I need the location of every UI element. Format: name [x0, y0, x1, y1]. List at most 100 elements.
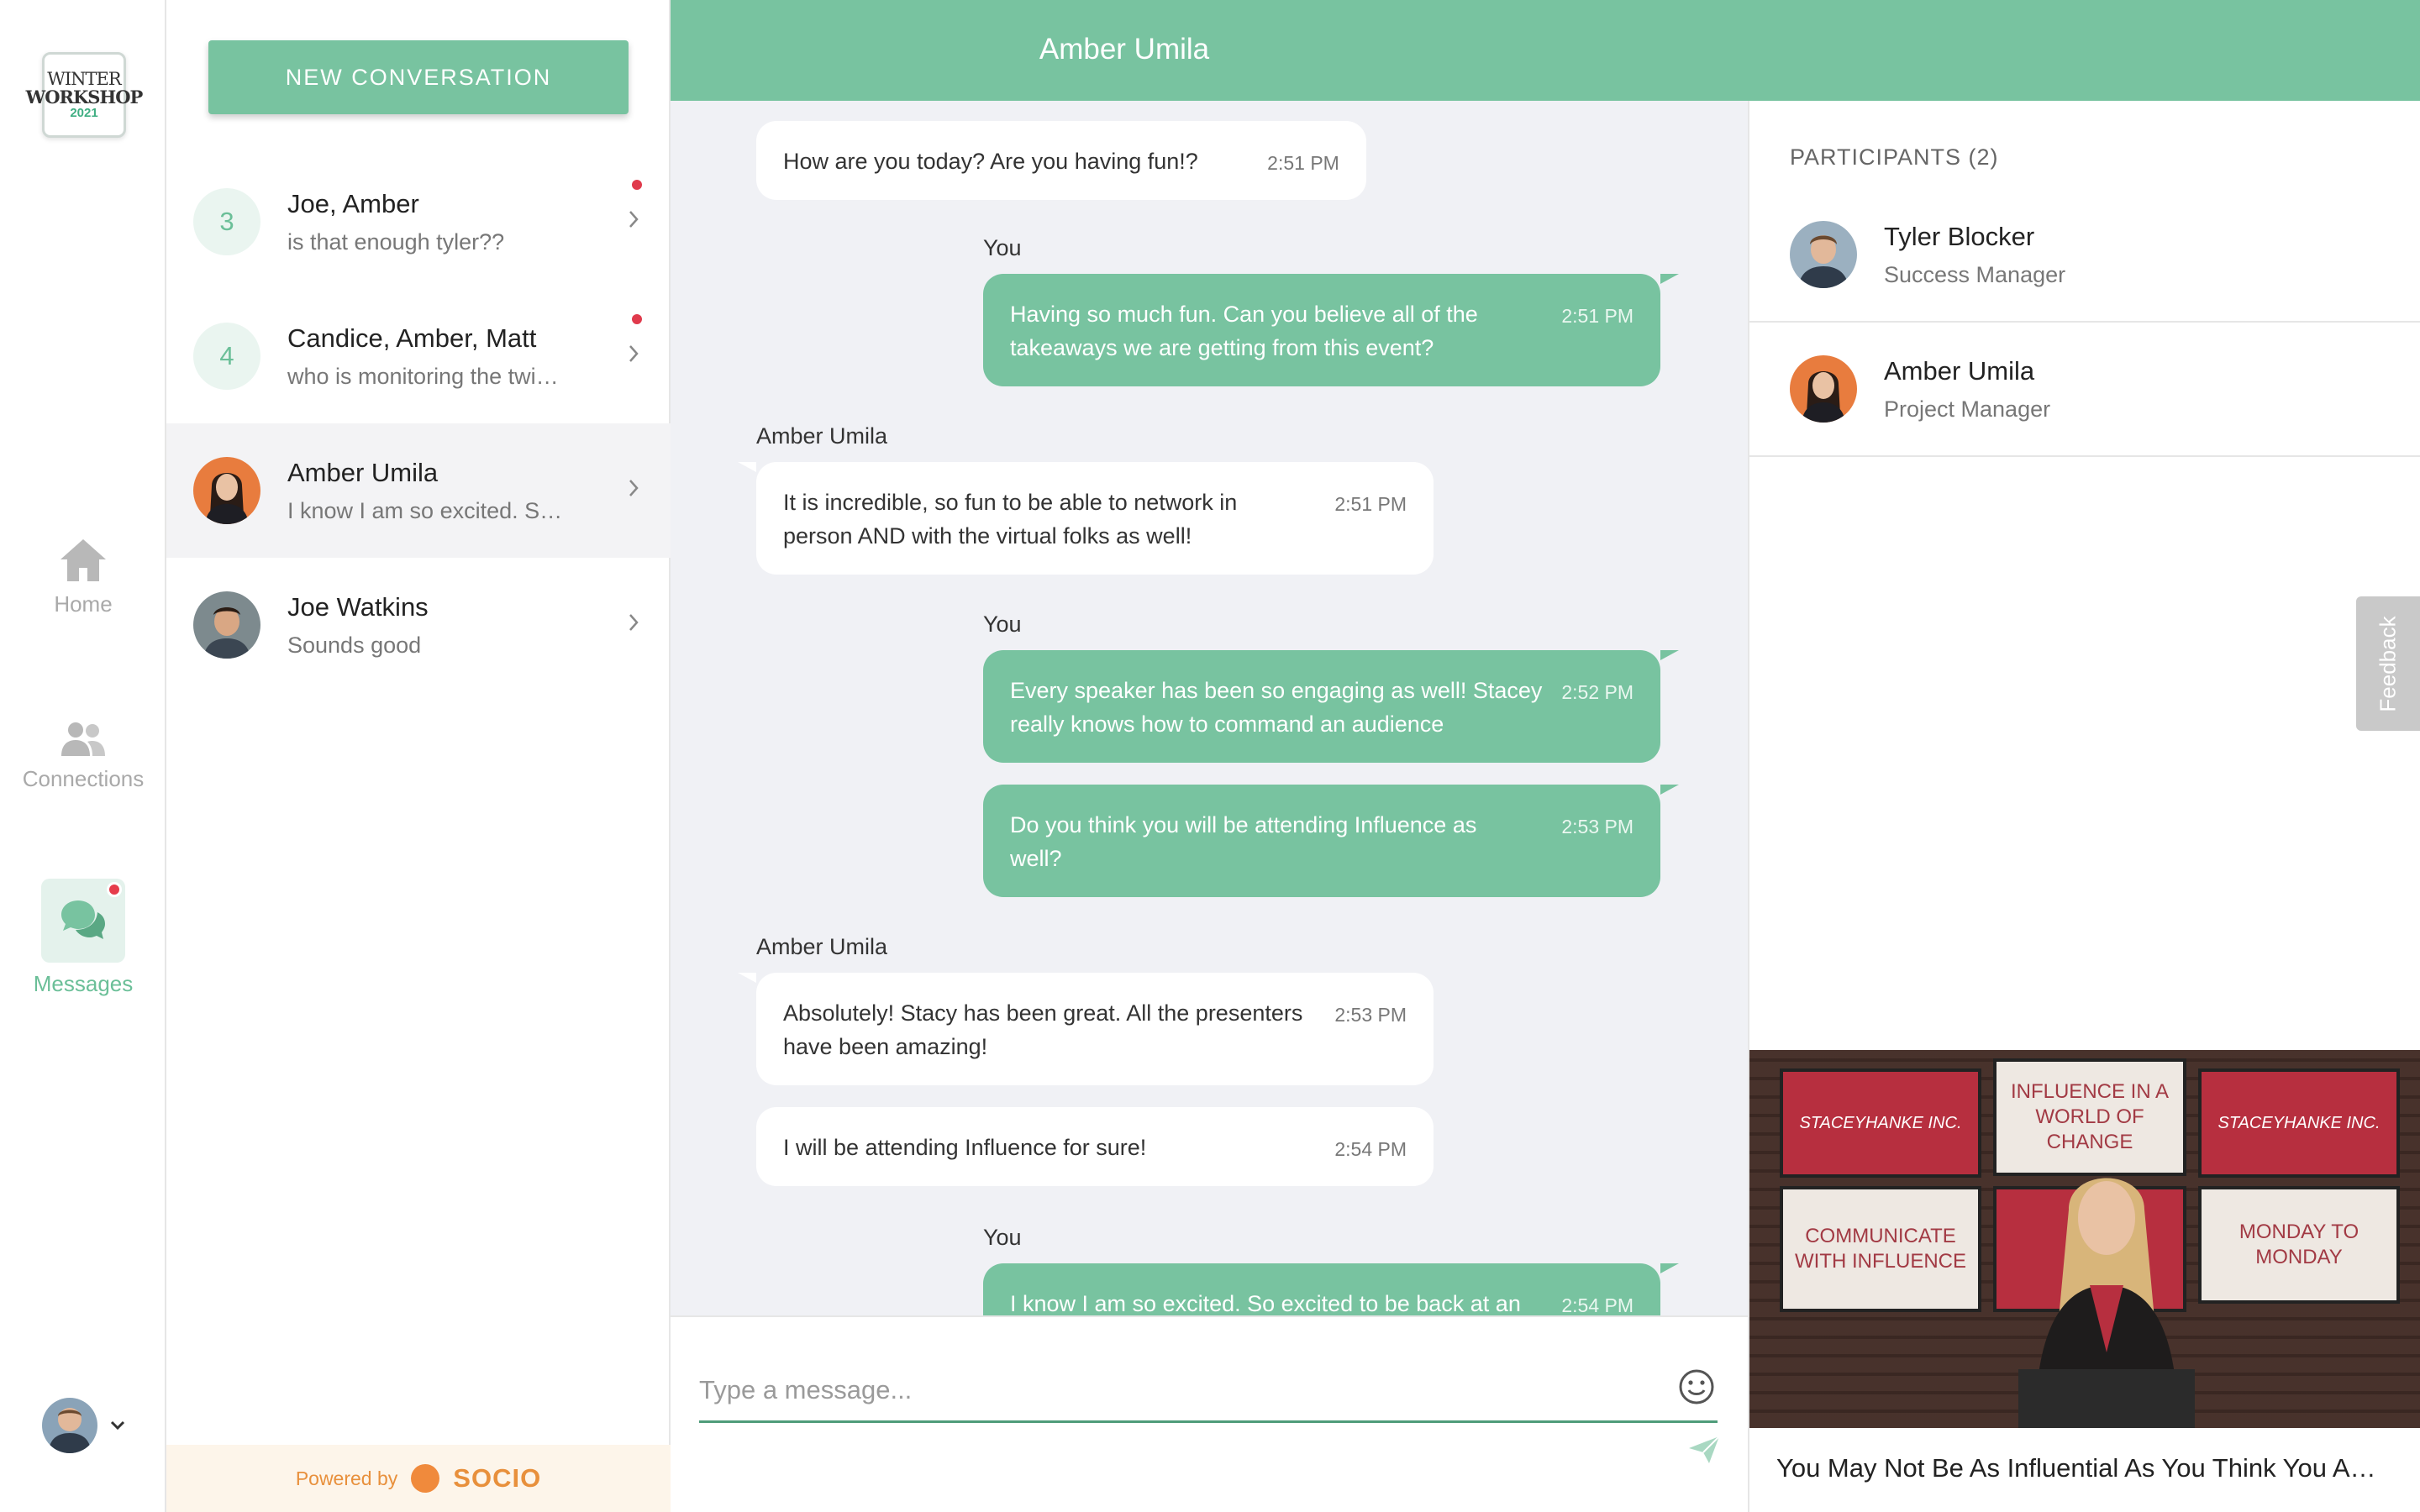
message-text: It is incredible, so fun to be able to n… — [783, 490, 1238, 549]
message-time: 2:53 PM — [1334, 1004, 1407, 1026]
user-avatar[interactable] — [42, 1398, 97, 1453]
message-outgoing: Do you think you will be attending Influ… — [983, 785, 1679, 897]
sender-label: Amber Umila — [756, 934, 888, 959]
message-text: Absolutely! Stacy has been great. All th… — [783, 1000, 1303, 1059]
message-text: I know I am so excited. So excited to be… — [1010, 1291, 1521, 1315]
participant-avatar — [1790, 355, 1857, 423]
message-time: 2:52 PM — [1561, 681, 1634, 703]
feedback-tab[interactable]: Feedback — [2356, 596, 2420, 731]
nav-messages-label: Messages — [33, 971, 134, 996]
message-time: 2:53 PM — [1561, 816, 1634, 837]
socio-logo-icon — [411, 1464, 440, 1493]
message-incoming: How are you today? Are you having fun!? … — [756, 121, 1366, 200]
nav-home-label: Home — [54, 591, 113, 617]
powered-by-label: Powered by — [295, 1467, 398, 1489]
message-incoming: I will be attending Influence for sure! … — [756, 1107, 1434, 1186]
video-screen-top-left: STACEYHANKE INC. — [1780, 1068, 1981, 1178]
sender-label: Amber Umila — [756, 423, 888, 449]
logo-line-1: WINTER — [47, 69, 121, 89]
conversation-name: Amber Umila — [287, 457, 439, 487]
message-text: How are you today? Are you having fun!? — [783, 149, 1198, 174]
conversation-preview: is that enough tyler?? — [287, 228, 505, 255]
nav-messages[interactable]: Messages — [0, 879, 166, 997]
contact-avatar — [193, 457, 260, 524]
presenter-figure — [2018, 1178, 2195, 1428]
message-time: 2:54 PM — [1561, 1294, 1634, 1315]
message-composer — [671, 1315, 1748, 1512]
message-time: 2:51 PM — [1561, 305, 1634, 327]
participant-tyler-blocker[interactable]: Tyler Blocker Success Manager — [1749, 188, 2420, 323]
nav-connections[interactable]: Connections — [0, 721, 166, 792]
chat-bubbles-icon — [61, 900, 105, 939]
conversation-item-amber-umila[interactable]: Amber Umila I know I am so excited. S… — [166, 423, 671, 558]
message-outgoing: Every speaker has been so engaging as we… — [983, 650, 1679, 763]
participants-title: PARTICIPANTS (2) — [1790, 144, 1999, 170]
participant-role: Success Manager — [1884, 261, 2066, 287]
sender-label: You — [983, 612, 1022, 637]
emoji-icon[interactable] — [1677, 1368, 1716, 1406]
conversation-preview: Sounds good — [287, 632, 422, 658]
chat-title: Amber Umila — [1039, 33, 1210, 66]
chevron-right-icon — [629, 614, 639, 631]
messages-tile[interactable] — [41, 879, 125, 963]
chat-header: Amber Umila — [671, 0, 2420, 101]
nav-rail: WINTER WORKSHOP 2021 Home Connections Me… — [0, 0, 166, 1512]
video-player[interactable]: STACEYHANKE INC. INFLUENCE IN A WORLD OF… — [1748, 1050, 2420, 1428]
chevron-down-icon[interactable] — [109, 1420, 126, 1431]
new-conversation-button[interactable]: NEW CONVERSATION — [208, 40, 629, 114]
sender-label: You — [983, 235, 1022, 260]
conversation-item-joe-watkins[interactable]: Joe Watkins Sounds good — [166, 558, 671, 692]
conversation-name: Candice, Amber, Matt — [287, 323, 537, 353]
unread-dot — [632, 180, 642, 190]
conversation-preview: who is monitoring the twi… — [287, 363, 559, 389]
participant-role: Project Manager — [1884, 396, 2051, 422]
message-time: 2:51 PM — [1267, 152, 1339, 174]
socio-brand: SOCIO — [453, 1463, 542, 1493]
participant-name: Amber Umila — [1884, 355, 2035, 386]
nav-connections-label: Connections — [22, 766, 145, 791]
nav-home[interactable]: Home — [0, 538, 166, 617]
conversation-name: Joe, Amber — [287, 188, 419, 218]
conversation-item-joe-amber[interactable]: 3 Joe, Amber is that enough tyler?? — [166, 155, 671, 289]
message-outgoing: Having so much fun. Can you believe all … — [983, 274, 1679, 386]
message-incoming: Absolutely! Stacy has been great. All th… — [738, 973, 1434, 1085]
logo-line-2: WORKSHOP — [25, 87, 144, 108]
message-thread[interactable]: How are you today? Are you having fun!? … — [671, 101, 1748, 1315]
message-time: 2:51 PM — [1334, 493, 1407, 515]
conversation-preview: I know I am so excited. S… — [287, 497, 563, 523]
event-logo[interactable]: WINTER WORKSHOP 2021 — [26, 52, 143, 138]
unread-dot — [632, 314, 642, 324]
message-text: Do you think you will be attending Influ… — [1010, 812, 1477, 871]
user-menu[interactable] — [42, 1398, 126, 1453]
video-screen-top-middle: INFLUENCE IN A WORLD OF CHANGE — [1993, 1058, 2186, 1176]
message-time: 2:54 PM — [1334, 1138, 1407, 1160]
message-text: I will be attending Influence for sure! — [783, 1135, 1147, 1160]
conversation-item-candice-amber-matt[interactable]: 4 Candice, Amber, Matt who is monitoring… — [166, 289, 671, 423]
participant-avatar — [1790, 221, 1857, 288]
contact-avatar — [193, 591, 260, 659]
video-screen-bottom-right: MONDAY TO MONDAY — [2198, 1186, 2400, 1304]
chevron-right-icon — [629, 345, 639, 362]
message-text: Having so much fun. Can you believe all … — [1010, 302, 1478, 360]
powered-by-footer[interactable]: Powered by SOCIO — [166, 1445, 671, 1512]
message-text: Every speaker has been so engaging as we… — [1010, 678, 1543, 737]
send-icon[interactable] — [1687, 1435, 1721, 1465]
sender-label: You — [983, 1225, 1022, 1250]
participant-name: Tyler Blocker — [1884, 221, 2035, 251]
group-count-badge: 3 — [193, 188, 260, 255]
people-icon — [61, 722, 105, 756]
video-screen-top-right: STACEYHANKE INC. — [2198, 1068, 2400, 1178]
home-icon — [60, 539, 106, 581]
video-screen-bottom-left: COMMUNICATE WITH INFLUENCE — [1780, 1186, 1981, 1312]
message-input[interactable] — [699, 1359, 1718, 1423]
participant-amber-umila[interactable]: Amber Umila Project Manager — [1749, 323, 2420, 457]
conversation-name: Joe Watkins — [287, 591, 429, 622]
video-title[interactable]: You May Not Be As Influential As You Thi… — [1748, 1428, 2420, 1512]
message-outgoing: I know I am so excited. So excited to be… — [983, 1263, 1679, 1315]
logo-line-3: 2021 — [70, 106, 98, 120]
messages-unread-dot — [107, 882, 122, 897]
participants-panel: PARTICIPANTS (2) Tyler Blocker Success M… — [1748, 101, 2420, 1050]
message-incoming: It is incredible, so fun to be able to n… — [738, 462, 1434, 575]
chevron-right-icon — [629, 480, 639, 496]
conversation-list: NEW CONVERSATION 3 Joe, Amber is that en… — [166, 0, 671, 1512]
